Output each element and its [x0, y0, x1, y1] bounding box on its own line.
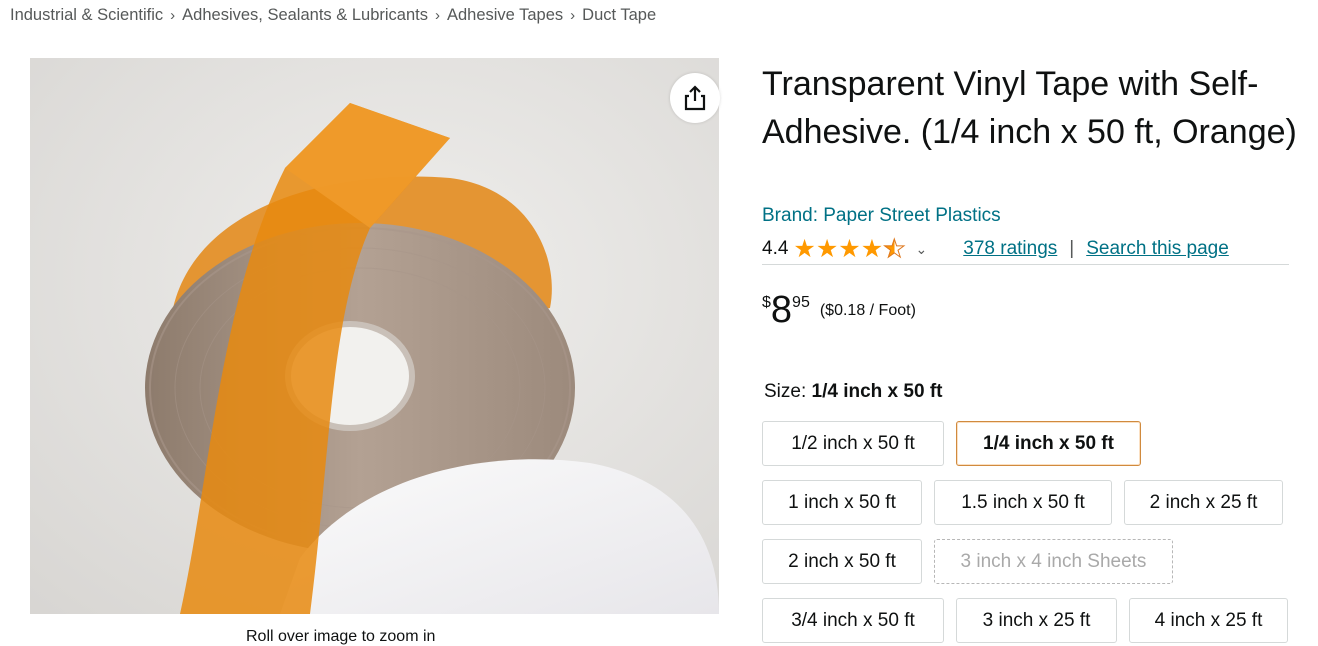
price-whole: 8 — [770, 289, 793, 331]
divider: | — [1069, 238, 1075, 259]
product-title: Transparent Vinyl Tape with Self-Adhesiv… — [762, 65, 1297, 151]
ratings-count-link[interactable]: 378 ratings — [963, 238, 1057, 260]
price: $ 8 95 ($0.18 / Foot) — [762, 290, 916, 330]
brand-link[interactable]: Brand: Paper Street Plastics — [762, 205, 1001, 227]
size-label-text: Size: — [764, 381, 807, 402]
search-this-page-link[interactable]: Search this page — [1086, 238, 1229, 260]
product-image[interactable] — [30, 58, 719, 614]
price-fraction: 95 — [792, 294, 810, 311]
size-option[interactable]: 3 inch x 25 ft — [956, 598, 1117, 643]
breadcrumb: Industrial & Scientific › Adhesives, Seala… — [10, 6, 656, 25]
tape-roll-illustration — [30, 58, 719, 614]
size-label: Size: 1/4 inch x 50 ft — [764, 381, 942, 403]
chevron-down-icon[interactable]: ⌄ — [916, 241, 928, 258]
star-half-icon: ★ — [883, 235, 906, 263]
size-option-unavailable[interactable]: 3 inch x 4 inch Sheets — [934, 539, 1173, 584]
breadcrumb-adhesives-sealants[interactable]: Adhesives, Sealants & Lubricants — [182, 6, 428, 24]
share-button[interactable] — [670, 73, 720, 123]
size-option[interactable]: 2 inch x 50 ft — [762, 539, 922, 584]
size-option[interactable]: 3/4 inch x 50 ft — [762, 598, 944, 643]
star-rating[interactable]: ★ ★ ★ ★ ★ — [793, 235, 906, 263]
image-zoom-caption: Roll over image to zoom in — [246, 628, 436, 645]
share-icon — [684, 85, 706, 111]
breadcrumb-industrial-scientific[interactable]: Industrial & Scientific — [10, 6, 163, 24]
breadcrumb-separator: › — [434, 7, 440, 24]
size-option[interactable]: 2 inch x 25 ft — [1124, 480, 1283, 525]
breadcrumb-separator: › — [570, 7, 576, 24]
breadcrumb-adhesive-tapes[interactable]: Adhesive Tapes — [447, 6, 563, 24]
size-option[interactable]: 1.5 inch x 50 ft — [934, 480, 1112, 525]
star-full-icon: ★ — [838, 235, 861, 263]
breadcrumb-separator: › — [170, 7, 176, 24]
size-option-selected[interactable]: 1/4 inch x 50 ft — [956, 421, 1141, 466]
star-full-icon: ★ — [815, 235, 839, 263]
price-symbol: $ — [762, 294, 771, 311]
size-option[interactable]: 1 inch x 50 ft — [762, 480, 922, 525]
size-option[interactable]: 1/2 inch x 50 ft — [762, 421, 944, 466]
selected-size: 1/4 inch x 50 ft — [811, 381, 943, 402]
size-option[interactable]: 4 inch x 25 ft — [1129, 598, 1288, 643]
rating-value: 4.4 — [762, 238, 789, 259]
rating-row: 4.4 ★ ★ ★ ★ ★ ⌄ 378 ratings | Search thi… — [762, 234, 1289, 265]
star-full-icon: ★ — [793, 235, 816, 263]
unit-price: ($0.18 / Foot) — [819, 302, 916, 319]
star-full-icon: ★ — [860, 235, 884, 263]
breadcrumb-duct-tape[interactable]: Duct Tape — [582, 6, 656, 24]
